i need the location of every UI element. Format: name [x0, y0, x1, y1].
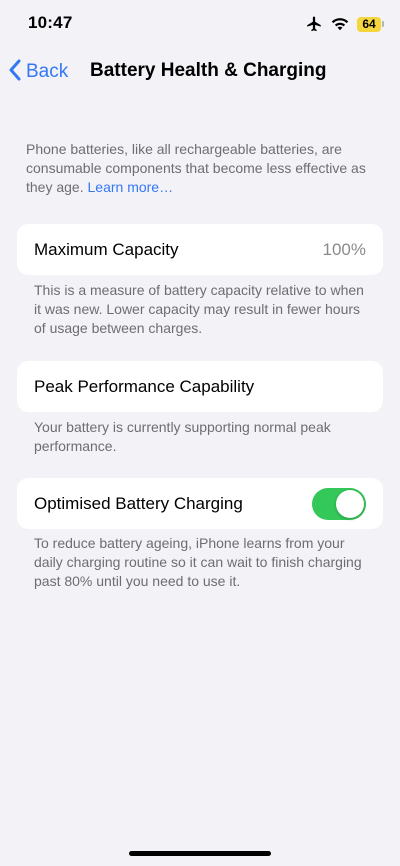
maximum-capacity-value: 100%: [322, 239, 366, 259]
optimised-charging-footnote: To reduce battery ageing, iPhone learns …: [34, 535, 362, 589]
battery-nub: [382, 21, 384, 27]
peak-performance-label: Peak Performance Capability: [34, 376, 255, 396]
optimised-charging-label: Optimised Battery Charging: [34, 493, 243, 513]
maximum-capacity-footnote: This is a measure of battery capacity re…: [34, 282, 364, 336]
back-button[interactable]: Back: [8, 56, 68, 88]
navigation-bar: Back Battery Health & Charging: [0, 52, 400, 92]
maximum-capacity-label: Maximum Capacity: [34, 239, 179, 259]
chevron-left-icon: [8, 59, 22, 86]
status-time: 10:47: [28, 13, 73, 32]
toggle-knob: [336, 489, 364, 518]
intro-text: Phone batteries, like all rechargeable b…: [26, 141, 366, 195]
optimised-charging-row: Optimised Battery Charging: [17, 478, 383, 529]
battery-icon: 64: [357, 16, 384, 32]
peak-performance-row: Peak Performance Capability: [17, 361, 383, 412]
airplane-icon: [305, 15, 323, 33]
back-label: Back: [26, 61, 69, 82]
home-indicator[interactable]: [129, 851, 271, 856]
maximum-capacity-row: Maximum Capacity 100%: [17, 224, 383, 275]
status-icons: 64: [305, 15, 384, 33]
status-bar: 10:47 64: [0, 0, 400, 50]
settings-screen: 10:47 64 Back Battery Health & Charging …: [0, 0, 400, 866]
battery-level: 64: [357, 16, 381, 32]
optimised-charging-toggle[interactable]: [312, 487, 366, 520]
page-title: Battery Health & Charging: [90, 60, 327, 81]
learn-more-link[interactable]: Learn more…: [88, 179, 174, 195]
wifi-icon: [331, 17, 349, 31]
intro-description: Phone batteries, like all rechargeable b…: [26, 140, 376, 197]
peak-performance-footnote: Your battery is currently supporting nor…: [34, 419, 331, 454]
